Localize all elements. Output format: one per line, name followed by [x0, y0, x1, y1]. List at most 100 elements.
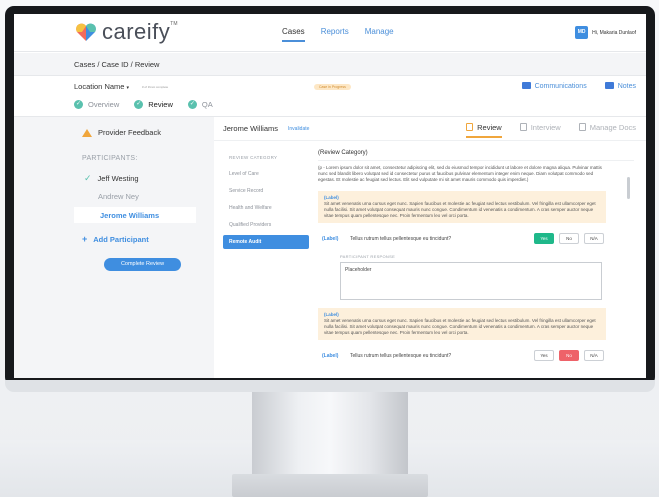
tab-review[interactable]: Review [466, 123, 502, 138]
check-icon: ✓ [84, 173, 92, 183]
nav-manage[interactable]: Manage [365, 27, 394, 42]
yes-button[interactable]: Yes [534, 350, 554, 361]
participant-item[interactable]: Andrew Ney [98, 192, 139, 201]
communications-link[interactable]: Communications [521, 82, 587, 90]
check-icon: ✓ [187, 100, 197, 109]
monitor-chin [5, 380, 655, 392]
category-item-active[interactable]: Remote Audit [223, 235, 309, 249]
chevron-down-icon: ▾ [126, 85, 130, 91]
progress-steps: ✓ Overview ✓ Review ✓ QA [74, 100, 213, 109]
participant-response-field[interactable]: Placeholder [340, 262, 602, 300]
step-review[interactable]: ✓ Review [134, 100, 173, 109]
tab-interview-label: Interview [530, 123, 561, 132]
patient-name: Jerome Williams [223, 124, 279, 133]
user-menu[interactable]: MD Hi, Makaria Dunlaof [575, 26, 636, 39]
label-box: (Label) Sit amet venenatis urna cursus e… [318, 308, 606, 340]
tab-manage-docs[interactable]: Manage Docs [578, 123, 636, 138]
scrollbar[interactable] [627, 177, 630, 199]
step-overview-label: Overview [88, 100, 120, 109]
question-text: Tellus rutrum tellus pellentesque eu tin… [350, 353, 452, 359]
background: careify TM Cases Reports Manage MD Hi, M… [0, 0, 659, 497]
breadcrumb-bar: Cases / Case ID / Review [14, 53, 646, 76]
intro-paragraph: (p - Lorem ipsum dolor sit amet, consect… [318, 165, 602, 182]
question-row: (Label) Tellus rutrum tellus pellentesqu… [318, 233, 634, 246]
notes-link[interactable]: Notes [604, 82, 636, 90]
answer-buttons: Yes No N/A [534, 233, 604, 244]
logo-trademark: TM [170, 21, 178, 27]
participants-label: PARTICIPANTS: [82, 155, 138, 162]
monitor-stand [252, 392, 408, 474]
category-item[interactable]: Health and Welfare [229, 205, 309, 211]
top-actions: Communications Notes [521, 82, 636, 90]
provider-feedback-label: Provider Feedback [98, 128, 161, 137]
warning-icon [82, 128, 92, 137]
question-row: (Label) Tellus rutrum tellus pellentesqu… [318, 350, 634, 363]
status-badge: Case in Progress [314, 84, 351, 90]
sidebar: Provider Feedback PARTICIPANTS: ✓ Jeff We… [14, 116, 214, 378]
review-category-heading: (Review Category) [318, 150, 634, 161]
question-label: (Label) [322, 236, 339, 242]
participant-name: Jeff Westing [97, 174, 139, 183]
heart-logo-icon [76, 23, 96, 41]
document-icon [466, 123, 474, 131]
nav-reports[interactable]: Reports [321, 27, 349, 42]
app-screen: careify TM Cases Reports Manage MD Hi, M… [14, 14, 646, 378]
na-button[interactable]: N/A [584, 350, 604, 361]
notes-label: Notes [617, 83, 636, 90]
label-text: Sit amet venenatis urna cursus eget nunc… [324, 318, 596, 335]
avatar: MD [575, 26, 589, 39]
logo[interactable]: careify TM [74, 19, 178, 45]
participant-response-label: PARTICIPANT RESPONSE [340, 254, 396, 259]
user-greeting: Hi, Makaria Dunlaof [592, 29, 636, 36]
top-bar: careify TM Cases Reports Manage MD Hi, M… [14, 14, 646, 52]
step-review-label: Review [148, 100, 173, 109]
breadcrumb: Cases / Case ID / Review [74, 60, 160, 69]
location-bar: Location Name ▾ # of thinot complete Cas… [14, 76, 646, 96]
chat-icon [519, 123, 527, 131]
label-box: (Label) Sit amet venenatis urna cursus e… [318, 191, 606, 223]
no-button[interactable]: No [559, 233, 579, 244]
invalidate-link[interactable]: Invalidate [288, 126, 309, 132]
chat-icon [521, 82, 531, 89]
logo-text: careify [102, 19, 171, 44]
questions-panel: (Review Category) (p - Lorem ipsum dolor… [318, 143, 634, 378]
main-tabs: Review Interview Manage Docs [466, 123, 636, 138]
tab-interview[interactable]: Interview [519, 123, 561, 138]
na-button[interactable]: N/A [584, 233, 604, 244]
category-item[interactable]: Level of Care [229, 171, 309, 177]
no-button[interactable]: No [559, 350, 579, 361]
category-item[interactable]: Qualified Providers [229, 222, 309, 228]
review-category-list: REVIEW CATEGORY Level of Care Service Re… [223, 143, 309, 378]
question-text: Tellus rutrum tellus pellentesque eu tin… [350, 236, 452, 242]
main-panel: Jerome Williams Invalidate Review Interv… [214, 116, 646, 378]
question-label: (Label) [322, 353, 339, 359]
add-user-icon: + [82, 234, 88, 244]
complete-review-button[interactable]: Complete Review [104, 258, 181, 271]
step-overview[interactable]: ✓ Overview [74, 100, 119, 109]
main-nav: Cases Reports Manage [282, 27, 394, 42]
file-icon [578, 123, 586, 131]
yes-button[interactable]: Yes [534, 233, 554, 244]
check-icon: ✓ [74, 100, 83, 109]
notes-icon [604, 82, 614, 89]
location-subtext: # of thinot complete [142, 85, 169, 89]
category-item[interactable]: Service Record [229, 188, 309, 194]
review-category-title: REVIEW CATEGORY [229, 155, 278, 160]
location-name: Location Name [74, 82, 125, 91]
tab-manage-docs-label: Manage Docs [589, 123, 636, 132]
location-dropdown[interactable]: Location Name ▾ [74, 82, 129, 91]
participant-item-selected[interactable]: Jerome Williams [74, 207, 196, 223]
check-icon: ✓ [134, 100, 144, 109]
communications-label: Communications [534, 83, 587, 90]
main-header: Jerome Williams Invalidate Review Interv… [214, 117, 646, 141]
add-participant-label: Add Participant [93, 234, 149, 244]
provider-feedback-link[interactable]: Provider Feedback [82, 128, 161, 137]
nav-cases[interactable]: Cases [282, 27, 305, 42]
participant-item[interactable]: ✓ Jeff Westing [84, 173, 139, 184]
add-participant-button[interactable]: + Add Participant [82, 234, 149, 244]
step-qa-label: QA [201, 100, 213, 109]
tab-review-label: Review [477, 123, 502, 132]
answer-buttons: Yes No N/A [534, 350, 604, 361]
step-qa[interactable]: ✓ QA [187, 100, 213, 109]
label-text: Sit amet venenatis urna cursus eget nunc… [324, 201, 596, 218]
